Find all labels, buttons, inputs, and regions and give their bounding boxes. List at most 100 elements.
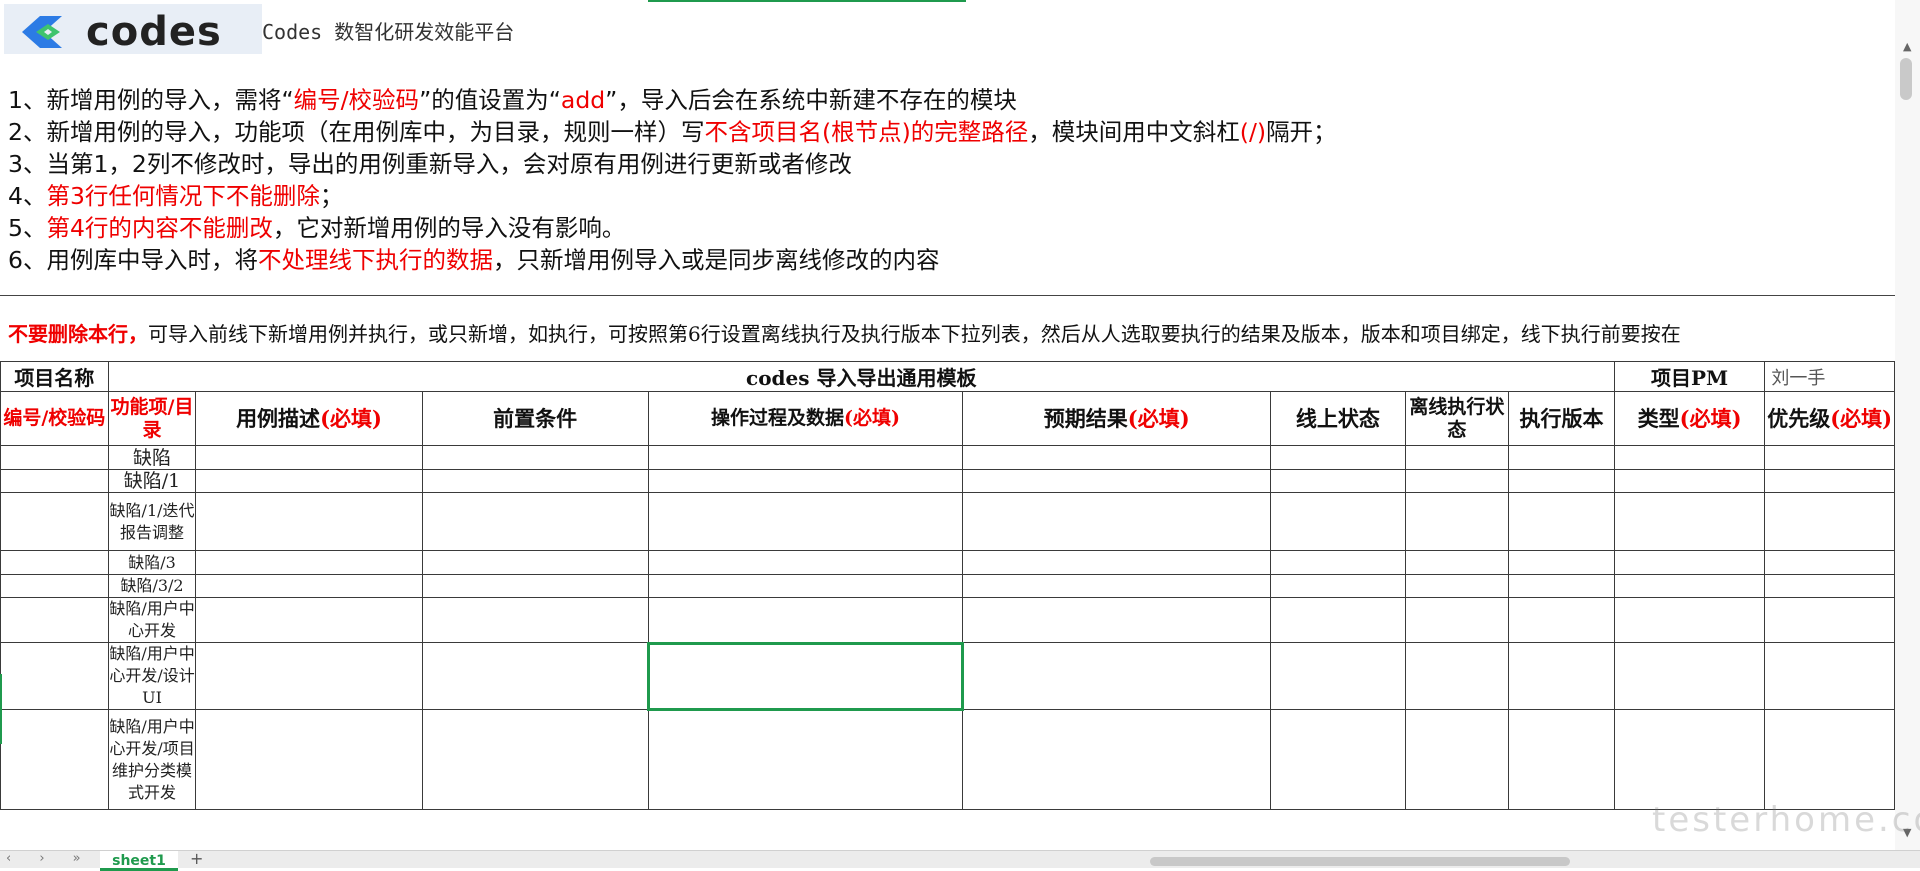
table-cell[interactable] (0, 445, 109, 470)
table-cell[interactable] (1270, 469, 1406, 493)
table-cell[interactable] (421, 492, 649, 551)
table-cell[interactable] (1404, 597, 1510, 643)
table-cell[interactable] (1764, 492, 1895, 551)
table-cell[interactable] (962, 469, 1272, 493)
template-table[interactable]: 项目名称 codes 导入导出通用模板 项目PM 刘一手 编号/校验码 功能项/目… (0, 361, 1895, 810)
column-header-8[interactable]: 离线执行状态 (1404, 391, 1510, 446)
table-cell[interactable] (421, 550, 649, 575)
table-cell[interactable] (647, 445, 964, 470)
table-cell[interactable] (962, 597, 1272, 643)
table-cell[interactable] (195, 550, 423, 575)
table-cell[interactable] (1270, 642, 1406, 710)
horizontal-scroll-thumb[interactable] (1150, 857, 1570, 866)
table-cell[interactable] (1404, 574, 1510, 598)
pm-value[interactable]: 刘一手 (1764, 361, 1895, 392)
table-cell[interactable] (647, 469, 964, 493)
table-cell[interactable] (1613, 597, 1766, 643)
table-cell[interactable] (1613, 469, 1766, 493)
table-cell[interactable] (1270, 574, 1406, 598)
table-cell[interactable] (1404, 709, 1510, 810)
table-cell[interactable] (1508, 445, 1615, 470)
table-cell[interactable] (0, 574, 109, 598)
table-cell[interactable] (1613, 574, 1766, 598)
table-cell[interactable] (421, 597, 649, 643)
column-header-7[interactable]: 线上状态 (1270, 391, 1406, 446)
table-cell[interactable] (195, 709, 423, 810)
table-cell[interactable] (1764, 445, 1895, 470)
sheet-nav-arrows-icon[interactable]: ‹ › » (6, 851, 93, 866)
table-cell[interactable] (1270, 597, 1406, 643)
scroll-up-icon[interactable]: ▲ (1903, 40, 1911, 53)
table-cell[interactable] (1613, 550, 1766, 575)
table-cell[interactable] (1404, 642, 1510, 710)
column-header-3[interactable]: 用例描述(必填) (195, 391, 423, 446)
table-cell[interactable] (1404, 550, 1510, 575)
project-name-label[interactable]: 项目名称 (0, 361, 109, 392)
add-sheet-icon[interactable]: + (190, 849, 203, 868)
table-cell[interactable] (962, 642, 1272, 710)
table-cell[interactable] (195, 469, 423, 493)
table-cell[interactable] (962, 445, 1272, 470)
table-cell[interactable] (962, 574, 1272, 598)
table-cell[interactable] (195, 492, 423, 551)
table-cell[interactable] (962, 550, 1272, 575)
table-cell[interactable] (1613, 492, 1766, 551)
table-cell[interactable] (1270, 709, 1406, 810)
function-path-cell[interactable]: 缺陷/1/迭代报告调整 (107, 492, 197, 551)
table-cell[interactable] (421, 709, 649, 810)
table-cell[interactable] (1508, 574, 1615, 598)
table-cell[interactable] (1508, 469, 1615, 493)
function-path-cell[interactable]: 缺陷/用户中心开发 (107, 597, 197, 643)
column-header-5[interactable]: 操作过程及数据(必填) (647, 391, 964, 446)
vertical-scrollbar[interactable] (1895, 0, 1920, 850)
table-cell[interactable] (421, 469, 649, 493)
table-cell[interactable] (1764, 709, 1895, 810)
table-cell[interactable] (195, 574, 423, 598)
function-path-cell[interactable]: 缺陷 (107, 445, 197, 470)
pm-label[interactable]: 项目PM (1613, 361, 1766, 392)
column-header-6[interactable]: 预期结果(必填) (962, 391, 1272, 446)
column-header-9[interactable]: 执行版本 (1508, 391, 1615, 446)
table-cell[interactable] (962, 709, 1272, 810)
table-cell[interactable] (1404, 492, 1510, 551)
table-cell[interactable] (421, 642, 649, 710)
table-cell[interactable] (0, 492, 109, 551)
table-cell[interactable] (647, 492, 964, 551)
template-title[interactable]: codes 导入导出通用模板 (107, 361, 1615, 392)
column-header-10[interactable]: 类型(必填) (1613, 391, 1766, 446)
function-path-cell[interactable]: 缺陷/用户中心开发/设计UI (107, 642, 197, 710)
table-cell[interactable] (1404, 445, 1510, 470)
function-path-cell[interactable]: 缺陷/1 (107, 469, 197, 493)
table-cell[interactable] (1404, 469, 1510, 493)
table-cell[interactable] (0, 550, 109, 575)
spreadsheet-grid[interactable]: 项目名称 codes 导入导出通用模板 项目PM 刘一手 编号/校验码 功能项/目… (0, 361, 1895, 851)
warning-row[interactable]: 不要删除本行，可导入前线下新增用例并执行，或只新增，如执行，可按照第6行设置离线… (8, 318, 1892, 347)
table-cell[interactable] (0, 469, 109, 493)
column-header-11[interactable]: 优先级(必填) (1764, 391, 1895, 446)
table-cell[interactable] (1270, 492, 1406, 551)
function-path-cell[interactable]: 缺陷/用户中心开发/项目维护分类模式开发 (107, 709, 197, 810)
table-cell[interactable] (1508, 550, 1615, 575)
table-cell[interactable] (962, 492, 1272, 551)
vertical-scroll-thumb[interactable] (1900, 58, 1912, 100)
table-cell[interactable] (1764, 574, 1895, 598)
table-cell[interactable] (1613, 642, 1766, 710)
table-cell[interactable] (1613, 445, 1766, 470)
table-cell[interactable] (0, 709, 109, 810)
table-cell[interactable] (1508, 642, 1615, 710)
table-cell[interactable] (195, 445, 423, 470)
table-cell[interactable] (647, 550, 964, 575)
table-cell[interactable] (1508, 597, 1615, 643)
function-path-cell[interactable]: 缺陷/3/2 (107, 574, 197, 598)
table-cell[interactable] (195, 597, 423, 643)
table-cell[interactable] (1764, 469, 1895, 493)
table-cell[interactable] (647, 709, 964, 810)
column-header-4[interactable]: 前置条件 (421, 391, 649, 446)
table-cell[interactable] (421, 445, 649, 470)
table-cell[interactable] (1270, 550, 1406, 575)
table-cell[interactable] (1764, 550, 1895, 575)
table-cell[interactable] (1508, 709, 1615, 810)
table-cell[interactable] (0, 597, 109, 643)
table-cell[interactable] (647, 597, 964, 643)
sheet-tab-sheet1[interactable]: sheet1 (100, 851, 178, 871)
